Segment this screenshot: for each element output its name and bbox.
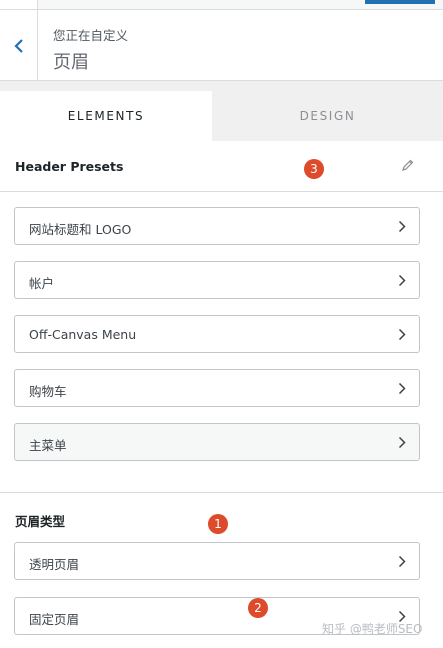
chevron-right-icon [398, 328, 406, 341]
annotation-badge-2: 2 [248, 598, 268, 618]
tab-elements[interactable]: ELEMENTS [0, 91, 212, 141]
panel-header: 您正在自定义 页眉 [0, 10, 443, 81]
element-item-account[interactable]: 帐户 [14, 261, 420, 299]
pencil-icon[interactable] [401, 158, 415, 172]
top-toolbar [0, 0, 443, 10]
chevron-right-icon [398, 382, 406, 395]
tab-bar: ELEMENTS DESIGN [0, 91, 443, 141]
close-customizer-button[interactable] [0, 0, 38, 10]
element-item-label: Off-Canvas Menu [29, 327, 137, 342]
back-button[interactable] [0, 10, 38, 81]
element-item-main-menu[interactable]: 主菜单 [14, 423, 420, 461]
element-item-label: 帐户 [29, 276, 55, 291]
chevron-left-icon [13, 38, 23, 53]
elements-panel: Header Presets 3 网站标题和 LOGO 帐户 Off-Canva… [0, 141, 443, 648]
element-item-label: 主菜单 [29, 438, 67, 453]
element-item-cart[interactable]: 购物车 [14, 369, 420, 407]
watermark: 知乎 @鸭老师SEO [322, 622, 423, 636]
chevron-right-icon [398, 555, 406, 568]
tab-design[interactable]: DESIGN [212, 91, 443, 141]
chevron-right-icon [398, 220, 406, 233]
header-presets-title: Header Presets [15, 159, 124, 174]
header-types-title: 页眉类型 [15, 514, 66, 529]
annotation-badge-1: 1 [208, 514, 228, 534]
element-item-off-canvas-menu[interactable]: Off-Canvas Menu [14, 315, 420, 353]
customizing-label: 您正在自定义 [53, 28, 129, 43]
annotation-badge-3: 3 [304, 159, 324, 179]
header-type-label: 透明页眉 [29, 557, 80, 572]
header-presets-row[interactable]: Header Presets [0, 141, 443, 192]
chevron-right-icon [398, 436, 406, 449]
element-item-label: 购物车 [29, 384, 67, 399]
chevron-right-icon [398, 274, 406, 287]
element-item-site-title-logo[interactable]: 网站标题和 LOGO [14, 207, 420, 245]
element-item-label: 网站标题和 LOGO [29, 222, 132, 237]
header-type-transparent[interactable]: 透明页眉 [14, 542, 420, 580]
spacer [0, 81, 443, 91]
panel-title: 页眉 [53, 52, 89, 73]
section-divider [0, 492, 443, 493]
publish-button[interactable] [365, 0, 435, 4]
header-type-label: 固定页眉 [29, 612, 80, 627]
